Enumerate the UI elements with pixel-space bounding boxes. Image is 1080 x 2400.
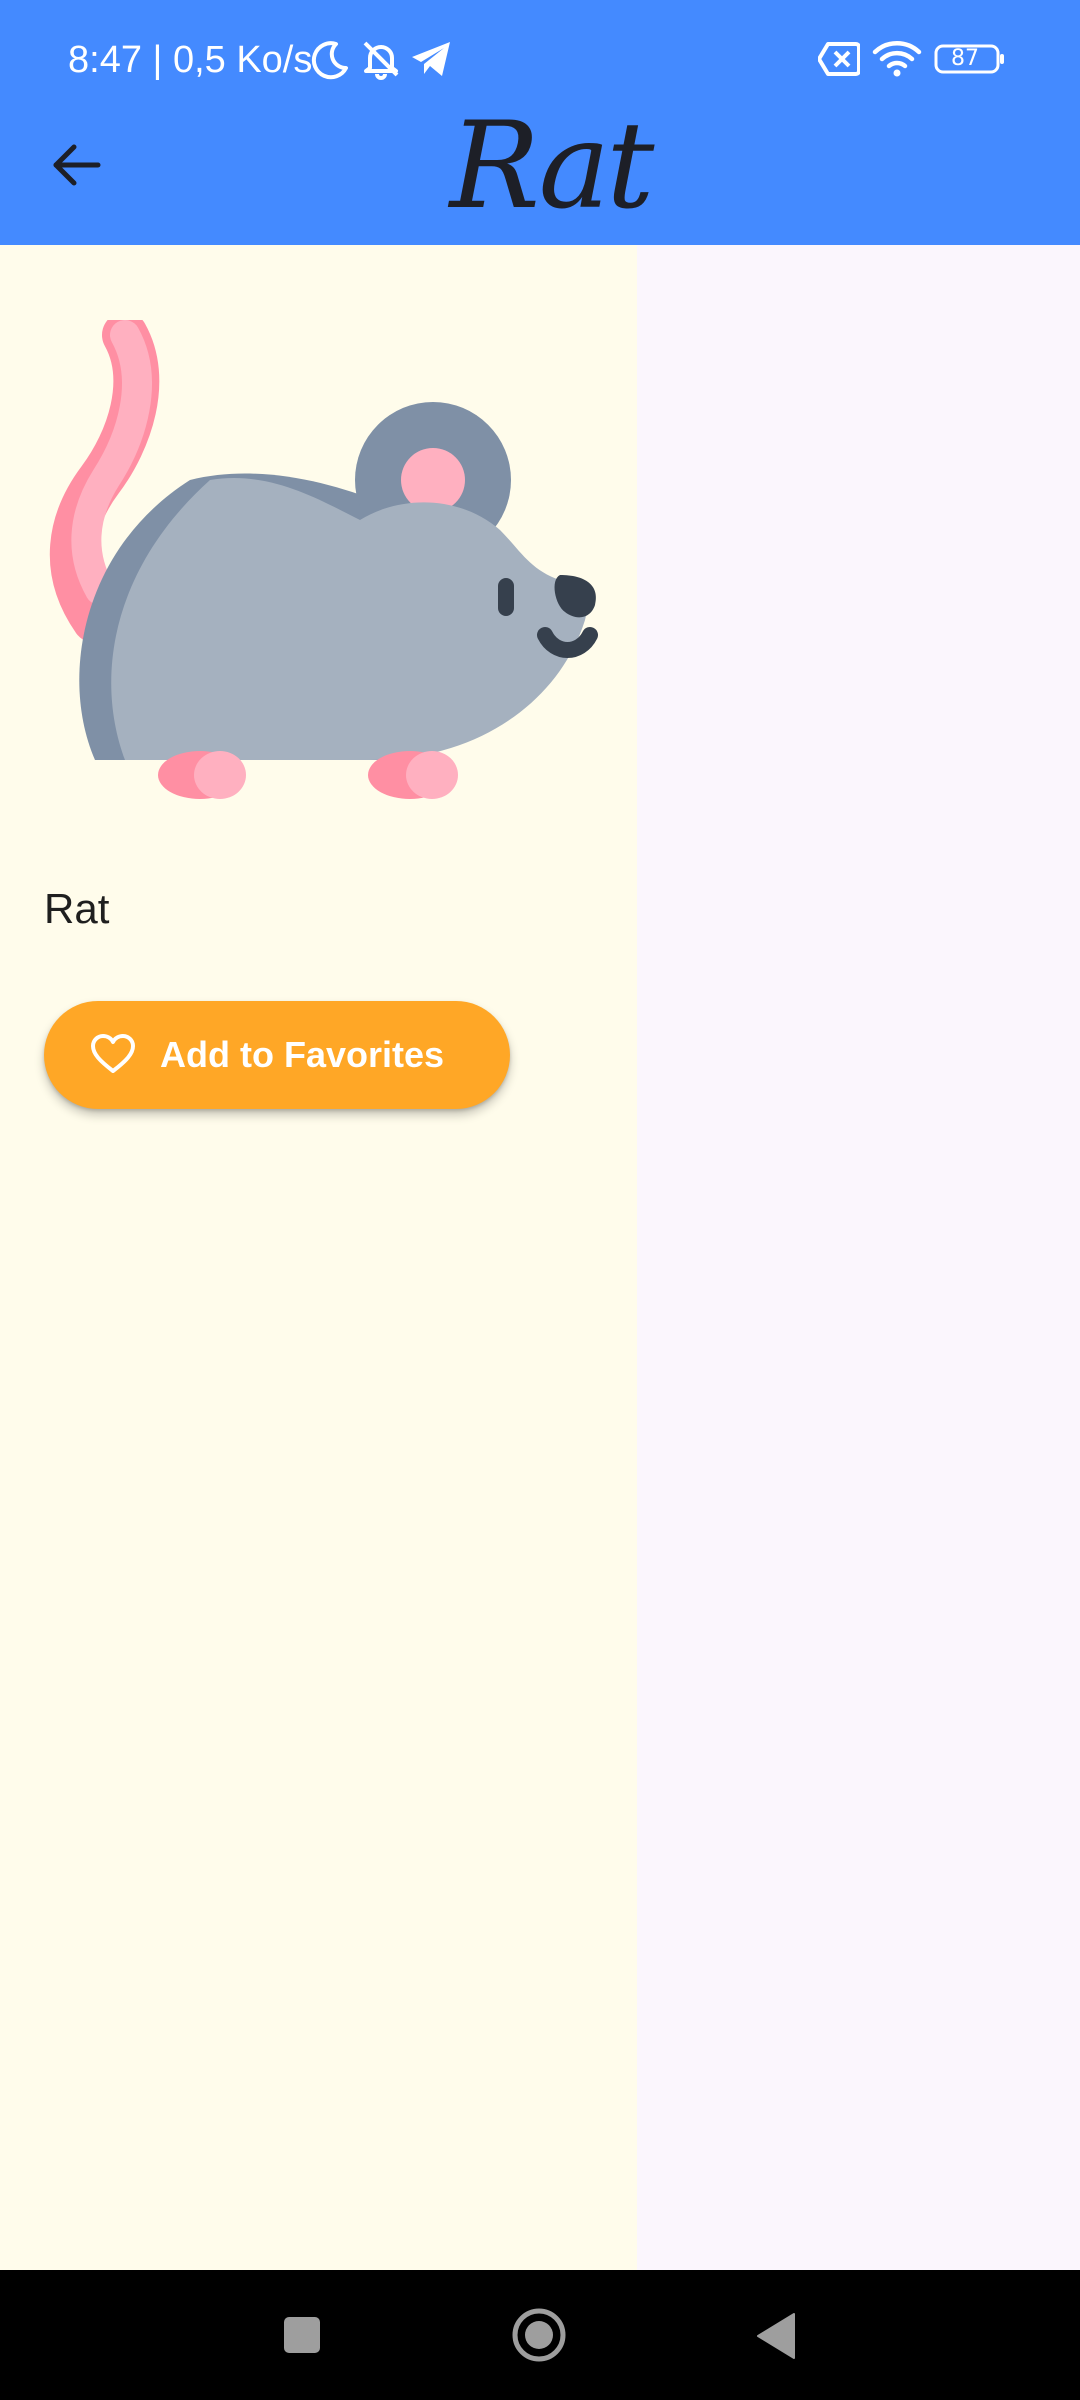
add-to-favorites-button[interactable]: Add to Favorites — [44, 1001, 510, 1109]
sim-x-icon — [817, 42, 861, 81]
system-nav-bar — [0, 2270, 1080, 2400]
empty-panel — [637, 245, 1080, 2270]
home-circle-icon[interactable] — [511, 2307, 567, 2368]
battery-level: 87 — [951, 46, 979, 71]
app-bar: 8:47 | 0,5 Ko/s 87 Rat — [0, 0, 1080, 245]
bell-off-icon — [360, 38, 402, 85]
page-title: Rat — [449, 97, 655, 236]
wifi-icon — [872, 38, 922, 83]
recents-square-icon[interactable] — [282, 2315, 322, 2360]
status-time-speed: 8:47 | 0,5 Ko/s — [68, 39, 313, 81]
add-to-favorites-label: Add to Favorites — [160, 1034, 445, 1075]
animal-name: Rat — [44, 885, 110, 932]
arrow-left-icon — [53, 144, 101, 186]
heart-outline-icon — [90, 1033, 136, 1080]
moon-icon — [310, 40, 350, 85]
battery-icon: 87 — [934, 44, 1006, 74]
back-button[interactable] — [40, 128, 114, 202]
back-triangle-icon[interactable] — [756, 2312, 796, 2365]
rat-illustration — [49, 320, 598, 799]
telegram-icon — [410, 40, 452, 83]
